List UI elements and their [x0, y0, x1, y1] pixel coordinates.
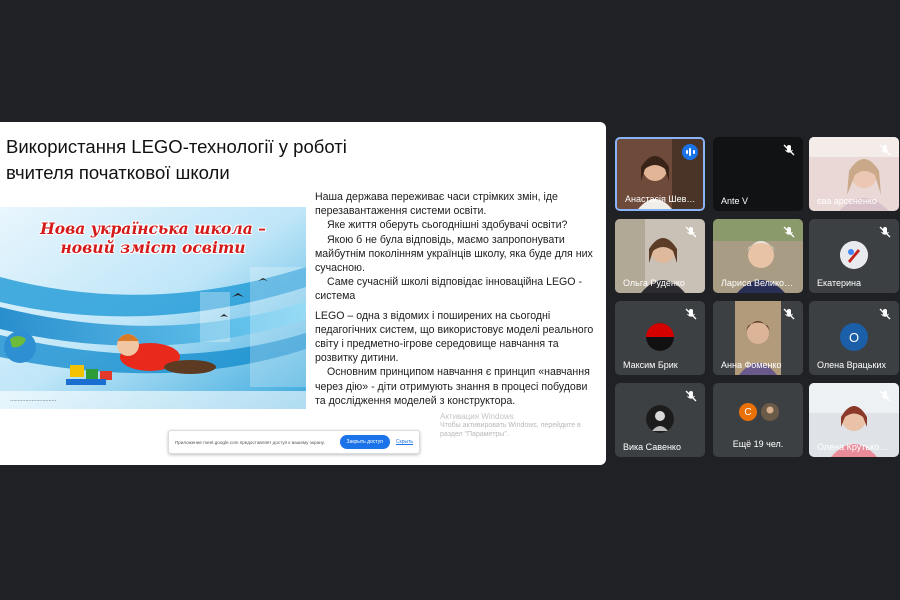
mic-off-icon: [685, 226, 697, 238]
mic-off-icon: [879, 390, 891, 402]
participant-tile[interactable]: Ante V: [713, 137, 803, 211]
participant-name: Лариса Велико…: [721, 278, 793, 288]
mic-off-icon: [879, 308, 891, 320]
avatar: О: [840, 323, 868, 351]
mic-off-icon: [783, 308, 795, 320]
slide-banner: Нова українська школа – новий зміст осві…: [40, 219, 266, 257]
more-participants-avatars: С: [739, 403, 779, 421]
participant-name: Олена Крутько…: [817, 442, 889, 452]
avatar: [646, 323, 674, 351]
participant-name: Олена Врацьких: [817, 360, 886, 370]
participant-tile[interactable]: Олена Крутько…: [809, 383, 899, 457]
hide-share-bar-link[interactable]: Скрыть: [396, 439, 413, 445]
participant-name: єва арсєненко: [817, 196, 877, 206]
participant-tile[interactable]: Екатерина: [809, 219, 899, 293]
audio-level-icon: [682, 144, 698, 160]
participant-name: Максим Брик: [623, 360, 678, 370]
screen-share-bar: Приложение meet.google.com предоставляет…: [168, 430, 420, 454]
participant-name: Ольга Руденко: [623, 278, 685, 288]
participant-name: Анастасія Шев…: [625, 194, 696, 204]
slide-title: Використання LEGO-технології у роботі вч…: [6, 136, 347, 183]
share-bar-text: Приложение meet.google.com предоставляет…: [175, 439, 325, 445]
avatar: [761, 403, 779, 421]
mic-off-icon: [879, 144, 891, 156]
slide-paragraph: Яке життя оберуть сьогоднішні здобувачі …: [327, 219, 568, 232]
participant-tile[interactable]: Вика Савенко: [615, 383, 705, 457]
participant-name: Вика Савенко: [623, 442, 681, 452]
avatar: [840, 241, 868, 269]
participant-tile[interactable]: Анастасія Шев…: [615, 137, 705, 211]
participant-tile[interactable]: Ольга Руденко: [615, 219, 705, 293]
slide-illustration: ᐧᐧᐧᐧᐧᐧᐧᐧᐧᐧᐧᐧᐧᐧᐧᐧᐧᐧᐧᐧᐧᐧᐧᐧᐧᐧᐧᐧᐧᐧ Нова укра…: [0, 207, 306, 409]
participant-tile[interactable]: єва арсєненко: [809, 137, 899, 211]
participant-tile[interactable]: О Олена Врацьких: [809, 301, 899, 375]
slide-paragraph: Основним принципом навчання є принцип «н…: [315, 366, 590, 407]
more-participants-label: Ещё 19 чел.: [732, 439, 784, 449]
participant-name: Анна Фоменко: [721, 360, 782, 370]
mic-off-icon: [783, 226, 795, 238]
windows-activation-watermark: Активация Windows Чтобы активировать Win…: [440, 412, 581, 438]
participant-tile[interactable]: Лариса Велико…: [713, 219, 803, 293]
slide-paragraph: Наша держава переживає часи стрімких змі…: [315, 191, 558, 218]
slide-body-text: Наша держава переживає часи стрімких змі…: [315, 190, 600, 408]
avatar: [646, 405, 674, 433]
slide-paragraph: LEGO – одна з відомих і поширених на сьо…: [315, 309, 594, 365]
participant-tile[interactable]: Анна Фоменко: [713, 301, 803, 375]
avatar: С: [739, 403, 757, 421]
slide-paragraph: Якою б не була відповідь, маємо запропон…: [315, 233, 593, 275]
presentation-slide: Використання LEGO-технології у роботі вч…: [0, 122, 606, 465]
mic-off-icon: [879, 226, 891, 238]
participant-tile[interactable]: Максим Брик: [615, 301, 705, 375]
participant-name: Ante V: [721, 196, 749, 206]
participant-name: Екатерина: [817, 278, 861, 288]
mic-off-icon: [685, 390, 697, 402]
mic-off-icon: [685, 308, 697, 320]
stop-sharing-button[interactable]: Закрыть доступ: [339, 435, 390, 449]
slide-paragraph: Саме сучасній школі відповідає інновацій…: [315, 276, 583, 303]
participant-tile-more[interactable]: С Ещё 19 чел.: [713, 383, 803, 457]
svg-text:ᐧᐧᐧᐧᐧᐧᐧᐧᐧᐧᐧᐧᐧᐧᐧᐧᐧᐧᐧᐧᐧᐧᐧᐧᐧᐧᐧᐧᐧᐧ: ᐧᐧᐧᐧᐧᐧᐧᐧᐧᐧᐧᐧᐧᐧᐧᐧᐧᐧᐧᐧᐧᐧᐧᐧᐧᐧᐧᐧᐧᐧ: [10, 398, 57, 405]
mic-off-icon: [783, 144, 795, 156]
